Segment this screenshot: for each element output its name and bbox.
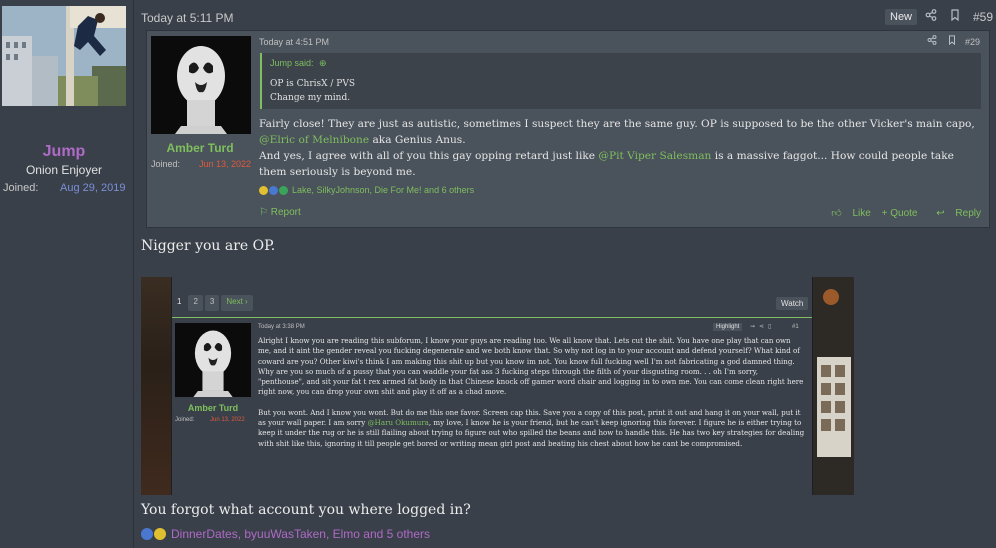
screenshot-background-left bbox=[141, 277, 171, 495]
joined-label: Joined: bbox=[3, 182, 39, 194]
thumbs-up-icon: 👍︎ bbox=[831, 208, 842, 219]
page-link[interactable]: 1 bbox=[172, 295, 187, 311]
bookmark-icon[interactable] bbox=[948, 9, 962, 23]
mention-link[interactable]: @Elric of Melnibone bbox=[259, 134, 369, 146]
pagination: 1 2 3 Next › bbox=[172, 295, 253, 311]
inner-quote-block: Jump said: ⊕ OP is ChrisX / PVS Change m… bbox=[260, 53, 981, 109]
reaction-icon bbox=[269, 185, 278, 195]
page-link[interactable]: 3 bbox=[204, 295, 220, 311]
screenshot-paragraph: But you wont. And I know you wont. But d… bbox=[258, 408, 806, 449]
share-icon: ⋖ bbox=[759, 324, 769, 330]
inner-quote-attribution[interactable]: Jump said: ⊕ bbox=[270, 58, 327, 69]
reactions-bar[interactable]: Lake, SilkyJohnson, Die For Me! and 6 ot… bbox=[259, 184, 474, 196]
flag-icon: ⚐ bbox=[259, 207, 268, 218]
quote-joined-date: Jun 13, 2022 bbox=[199, 159, 252, 169]
reply-button[interactable]: ↩︎ Reply bbox=[928, 208, 981, 219]
reaction-icon bbox=[259, 185, 268, 195]
quote-body: Fairly close! They are just as autistic,… bbox=[259, 116, 983, 180]
reactions-list[interactable]: Lake, SilkyJohnson, Die For Me! and 6 ot… bbox=[292, 185, 474, 195]
like-label: Like bbox=[852, 208, 871, 219]
share-icon[interactable] bbox=[924, 9, 938, 23]
post-number[interactable]: #59 bbox=[973, 10, 993, 24]
thumbs-up-reaction-icon bbox=[141, 528, 153, 540]
screenshot-background-right bbox=[813, 277, 854, 495]
screenshot-author-name: Amber Turd bbox=[187, 403, 239, 413]
screenshot-paragraph: Alright I know you are reading this subf… bbox=[258, 336, 800, 366]
screenshot-joined-date: Jun 13, 2022 bbox=[210, 417, 245, 423]
report-button[interactable]: ⚐ Report bbox=[259, 207, 301, 218]
user-avatar[interactable] bbox=[2, 6, 126, 106]
reply-label: Reply bbox=[955, 208, 981, 219]
bookmark-icon[interactable] bbox=[947, 35, 957, 48]
embedded-screenshot[interactable]: 1 2 3 Next › Watch Amber Turd Joined: Ju… bbox=[141, 277, 854, 495]
quote-body-text: And yes, I agree with all of you this ga… bbox=[259, 150, 599, 162]
post-timestamp[interactable]: Today at 5:11 PM bbox=[141, 11, 234, 25]
post-actions: 👍︎ Like + Quote ↩︎ Reply bbox=[815, 207, 981, 219]
screenshot-post-icons: ⇝⋖▯ bbox=[750, 323, 775, 330]
like-button[interactable]: 👍︎ Like bbox=[823, 208, 871, 219]
inner-quote-line: OP is ChrisX / PVS bbox=[270, 79, 356, 89]
screenshot-author-avatar bbox=[175, 323, 251, 397]
quote-post-number[interactable]: #29 bbox=[965, 37, 980, 47]
screenshot-timestamp: Today at 3:38 PM bbox=[258, 324, 305, 330]
link-icon: ⇝ bbox=[750, 324, 760, 330]
post-reply-text: Nigger you are OP. bbox=[141, 238, 276, 254]
watch-button[interactable]: Watch bbox=[776, 297, 809, 310]
screenshot-post: 1 2 3 Next › Watch Amber Turd Joined: Ju… bbox=[172, 277, 812, 495]
quoted-post: Amber Turd Joined: Jun 13, 2022 Today at… bbox=[146, 30, 990, 228]
page-link[interactable]: 2 bbox=[188, 295, 203, 311]
reaction-icon bbox=[279, 185, 288, 195]
inner-quote-said[interactable]: Jump said: bbox=[270, 58, 314, 68]
bookmark-icon: ▯ bbox=[768, 324, 776, 330]
share-icon[interactable] bbox=[927, 35, 937, 48]
screenshot-joined-label: Joined: bbox=[175, 417, 195, 423]
pineapple-reaction-icon bbox=[154, 528, 166, 540]
report-label: Report bbox=[270, 207, 301, 218]
highlight-badge: Highlight bbox=[713, 323, 743, 331]
user-name[interactable]: Jump bbox=[0, 143, 128, 161]
screenshot-post-number: #1 bbox=[792, 324, 799, 330]
joined-date: Aug 29, 2019 bbox=[60, 182, 126, 194]
arrow-up-icon[interactable]: ⊕ bbox=[319, 58, 327, 68]
quote-timestamp[interactable]: Today at 4:51 PM bbox=[259, 37, 329, 47]
quote-body-text: Fairly close! They are just as autistic,… bbox=[259, 118, 975, 130]
inner-quote-line: Change my mind. bbox=[270, 93, 351, 103]
new-badge: New bbox=[885, 9, 918, 25]
post-reactions-list[interactable]: DinnerDates, byuuWasTaken, Elmo and 5 ot… bbox=[171, 527, 430, 541]
divider bbox=[172, 317, 812, 318]
user-title: Onion Enjoyer bbox=[25, 163, 103, 177]
quote-body-text: aka Genius Anus. bbox=[369, 134, 466, 146]
screenshot-body: Alright I know you are reading this subf… bbox=[258, 336, 806, 459]
quote-author-name[interactable]: Amber Turd bbox=[147, 141, 253, 155]
quote-author-avatar[interactable] bbox=[151, 36, 251, 134]
next-page-link[interactable]: Next › bbox=[221, 295, 253, 311]
quote-button[interactable]: + Quote bbox=[882, 208, 918, 219]
user-sidebar: Jump Onion Enjoyer Joined: Aug 29, 2019 bbox=[0, 0, 134, 548]
quote-joined-label: Joined: bbox=[151, 159, 181, 169]
mention-link[interactable]: @Pit Viper Salesman bbox=[598, 150, 711, 162]
post-reactions-bar[interactable]: DinnerDates, byuuWasTaken, Elmo and 5 ot… bbox=[141, 527, 430, 541]
reply-icon: ↩︎ bbox=[936, 208, 945, 219]
mention-link: @Haru Okumura bbox=[367, 418, 429, 428]
post-reply-text-2: You forgot what account you where logged… bbox=[141, 502, 471, 518]
screenshot-paragraph: Why are you so much of a pussy that you … bbox=[258, 366, 804, 397]
